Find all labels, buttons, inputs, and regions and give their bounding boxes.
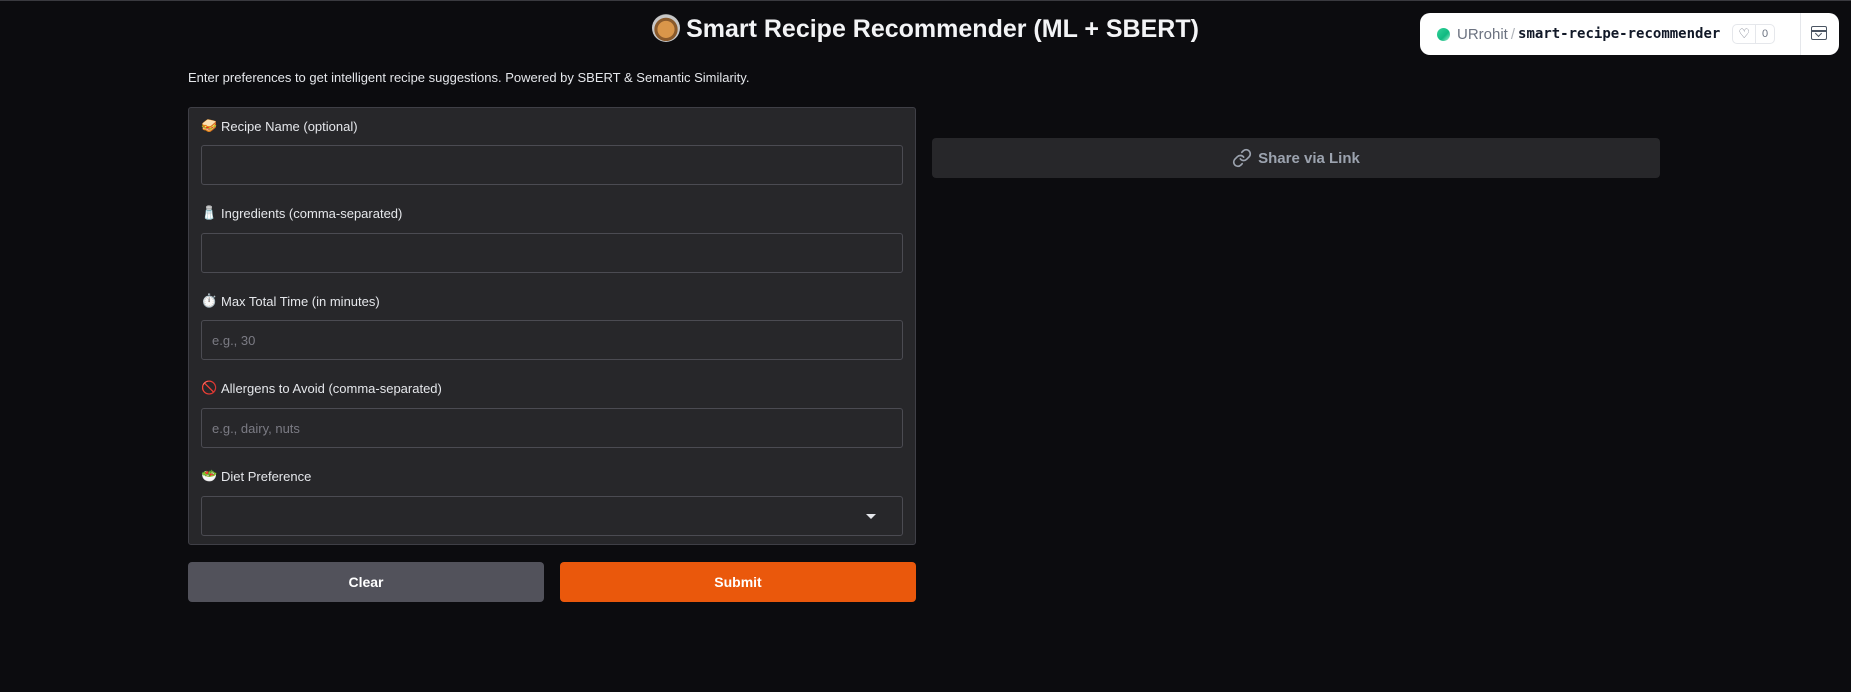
max-time-input[interactable] bbox=[201, 320, 903, 360]
link-icon bbox=[1233, 148, 1252, 168]
recipe-name-label: 🥪 Recipe Name (optional) bbox=[201, 118, 358, 134]
allergens-input[interactable] bbox=[201, 408, 903, 448]
prohibited-icon: 🚫 bbox=[201, 380, 218, 395]
collapse-icon[interactable] bbox=[1811, 26, 1827, 40]
top-border bbox=[0, 0, 1851, 1]
diet-label-text: Diet Preference bbox=[221, 468, 312, 484]
max-time-label-text: Max Total Time (in minutes) bbox=[221, 293, 380, 309]
page-title-text: Smart Recipe Recommender (ML + SBERT) bbox=[686, 15, 1199, 43]
clear-button[interactable]: Clear bbox=[188, 562, 544, 602]
allergens-label: 🚫 Allergens to Avoid (comma-separated) bbox=[201, 380, 442, 396]
diet-label: 🥗 Diet Preference bbox=[201, 468, 311, 484]
space-status-icon bbox=[1437, 27, 1450, 41]
sandwich-icon: 🥪 bbox=[201, 118, 218, 133]
like-button[interactable]: ♡ 0 bbox=[1732, 24, 1776, 44]
submit-button[interactable]: Submit bbox=[560, 562, 916, 602]
form-panel: 🥪 Recipe Name (optional) 🧂 Ingredients (… bbox=[188, 107, 916, 545]
page-subtitle: Enter preferences to get intelligent rec… bbox=[188, 70, 750, 85]
stopwatch-icon: ⏱️ bbox=[201, 293, 218, 308]
salt-shaker-icon: 🧂 bbox=[201, 205, 218, 220]
ingredients-label: 🧂 Ingredients (comma-separated) bbox=[201, 205, 402, 221]
allergens-label-text: Allergens to Avoid (comma-separated) bbox=[221, 380, 442, 396]
recipe-name-label-text: Recipe Name (optional) bbox=[221, 118, 358, 134]
paella-icon bbox=[652, 14, 681, 42]
path-separator: / bbox=[1510, 25, 1516, 43]
ingredients-input[interactable] bbox=[201, 233, 903, 273]
hf-space-badge: URrohit / smart-recipe-recommender ♡ 0 bbox=[1420, 13, 1839, 55]
recipe-name-input[interactable] bbox=[201, 145, 903, 185]
share-via-link-button[interactable]: Share via Link bbox=[932, 138, 1660, 178]
like-count: 0 bbox=[1754, 25, 1774, 43]
chevron-down-icon bbox=[866, 514, 876, 519]
heart-icon: ♡ bbox=[1738, 26, 1750, 41]
space-name-link[interactable]: smart-recipe-recommender bbox=[1518, 26, 1720, 42]
diet-dropdown[interactable] bbox=[201, 496, 903, 536]
max-time-label: ⏱️ Max Total Time (in minutes) bbox=[201, 293, 380, 309]
share-label: Share via Link bbox=[1258, 149, 1360, 167]
salad-icon: 🥗 bbox=[201, 468, 218, 483]
ingredients-label-text: Ingredients (comma-separated) bbox=[221, 205, 403, 221]
badge-divider bbox=[1800, 13, 1801, 55]
space-owner-link[interactable]: URrohit bbox=[1457, 26, 1508, 43]
